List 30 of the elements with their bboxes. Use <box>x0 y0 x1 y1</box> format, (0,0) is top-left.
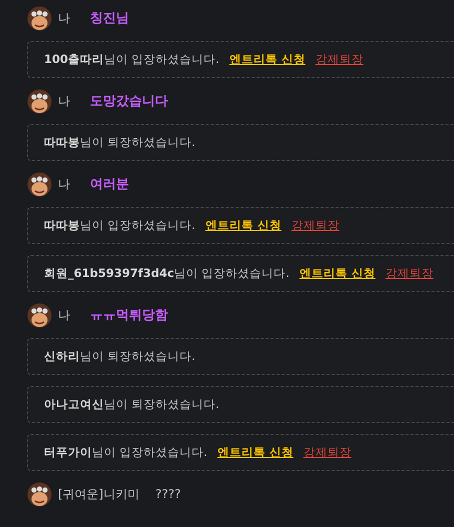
sender-name: 나 <box>58 176 70 192</box>
entry-request-link[interactable]: 엔트리톡 신청 <box>229 52 306 67</box>
kick-link[interactable]: 강제퇴장 <box>385 266 434 281</box>
entry-request-link[interactable]: 엔트리톡 신청 <box>205 218 282 233</box>
notice-text: 회원_61b59397f3d4c님이 입장하셨습니다. <box>44 266 290 281</box>
chat-message: ㅠㅠ먹튀당함 <box>90 307 168 324</box>
sender-name: [귀여운]니키미 <box>58 486 140 502</box>
avatar-icon <box>27 172 52 196</box>
notice-text: 터푸가이 님이 입장하셨습니다. <box>44 445 208 460</box>
chat-message: 여러분 <box>90 176 129 193</box>
notice-text: 따따봉님이 퇴장하셨습니다. <box>44 135 196 150</box>
sender-name: 나 <box>58 306 70 324</box>
notice-text: 신하리 님이 퇴장하셨습니다. <box>44 349 196 364</box>
notice-text: 따따봉님이 입장하셨습니다. <box>44 218 196 233</box>
sender-name: 나 <box>58 92 70 110</box>
avatar-icon <box>27 302 52 328</box>
chat-message: ???? <box>155 487 181 501</box>
chat-message: 칭진님 <box>90 10 129 27</box>
avatar-icon <box>27 88 52 114</box>
notice-text: 100출따리 님이 입장하셨습니다. <box>44 52 220 67</box>
sender-name: 나 <box>58 10 70 26</box>
kick-link[interactable]: 강제퇴장 <box>291 218 340 233</box>
avatar-icon <box>27 482 52 506</box>
avatar-icon <box>27 6 52 30</box>
chat-message: 도망갔습니다 <box>90 93 168 110</box>
notice-text: 아나고여신 님이 퇴장하셨습니다. <box>44 397 220 412</box>
entry-request-link[interactable]: 엔트리톡 신청 <box>299 266 376 281</box>
kick-link[interactable]: 강제퇴장 <box>315 52 364 67</box>
kick-link[interactable]: 강제퇴장 <box>303 445 352 460</box>
entry-request-link[interactable]: 엔트리톡 신청 <box>217 445 294 460</box>
